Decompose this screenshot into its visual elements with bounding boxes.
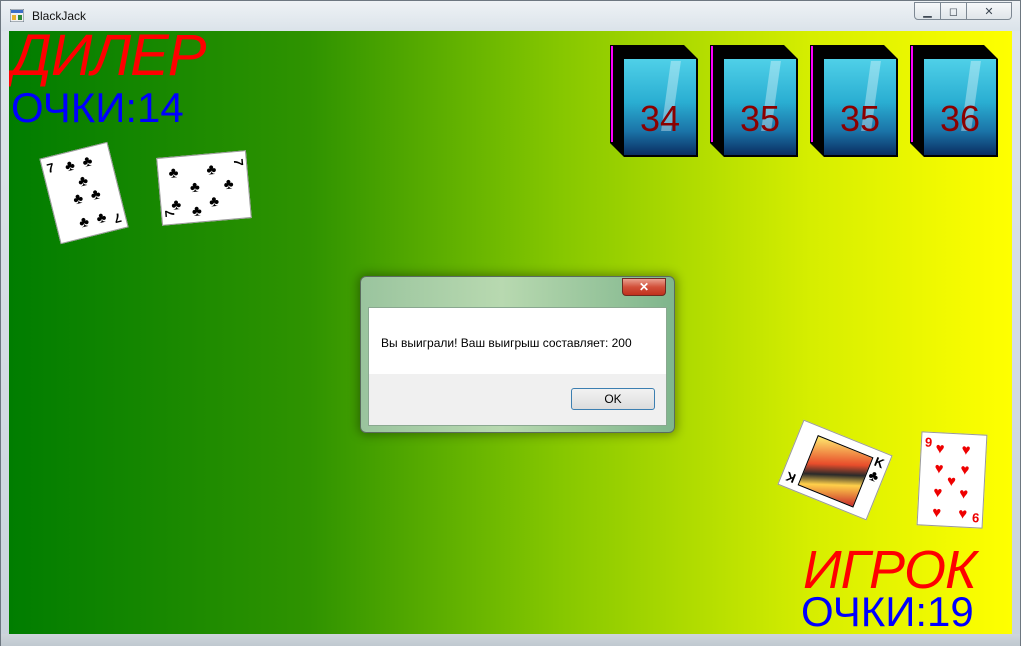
deck-stack[interactable]: 35 xyxy=(710,45,798,157)
minimize-button[interactable]: ▁ xyxy=(914,2,941,20)
close-icon: ✕ xyxy=(984,5,994,18)
player-card: K ♣ K xyxy=(777,419,893,521)
card-rank: 9 xyxy=(924,434,933,450)
window-bottom-border xyxy=(1,634,1020,646)
club-icon: ♣ xyxy=(88,185,103,205)
deck-stack[interactable]: 35 xyxy=(810,45,898,157)
heart-icon: ♥ xyxy=(960,461,970,479)
card-rank: 7 xyxy=(45,159,56,177)
player-card: 9 ♥ ♥ ♥ ♥ ♥ ♥ ♥ ♥ ♥ 9 xyxy=(916,431,988,529)
dialog-message: Вы выиграли! Ваш выигрыш составляет: 200 xyxy=(381,336,632,350)
maximize-button[interactable]: ◻ xyxy=(941,2,967,20)
club-icon: ♣ xyxy=(71,189,86,209)
dealer-label: ДИЛЕР xyxy=(11,31,206,88)
heart-icon: ♥ xyxy=(946,472,957,491)
dialog-close-button[interactable]: ✕ xyxy=(622,278,666,296)
player-score: ОЧКИ:19 xyxy=(801,588,974,634)
club-icon: ♣ xyxy=(167,164,180,182)
deck-stack[interactable]: 36 xyxy=(910,45,998,157)
club-icon: ♣ xyxy=(223,175,235,194)
message-box: ✕ Вы выиграли! Ваш выигрыш составляет: 2… xyxy=(360,276,675,433)
title-bar[interactable]: BlackJack ▁ ◻ ✕ xyxy=(1,1,1020,31)
club-icon: ♣ xyxy=(191,202,203,221)
heart-icon: ♥ xyxy=(935,440,945,458)
card-rank: 7 xyxy=(230,158,247,167)
close-button[interactable]: ✕ xyxy=(967,2,1012,20)
heart-icon: ♥ xyxy=(961,441,971,459)
club-icon: ♣ xyxy=(205,160,218,179)
heart-icon: ♥ xyxy=(934,460,944,478)
dealer-card: 7 ♣ ♣ ♣ ♣ ♣ ♣ ♣ 7 xyxy=(156,150,252,226)
heart-icon: ♥ xyxy=(958,485,969,503)
card-rank: 7 xyxy=(112,209,123,227)
club-icon: ♣ xyxy=(63,156,77,176)
heart-icon: ♥ xyxy=(931,504,942,522)
dialog-footer: OK xyxy=(369,374,666,425)
club-icon: ♣ xyxy=(76,171,90,191)
king-portrait xyxy=(797,435,874,508)
dealer-card: 7 ♣ ♣ ♣ ♣ ♣ ♣ ♣ 7 xyxy=(39,141,129,245)
club-icon: ♣ xyxy=(94,208,109,228)
club-icon: ♣ xyxy=(77,212,91,232)
deck-count: 35 xyxy=(839,98,881,139)
ok-button[interactable]: OK xyxy=(571,388,655,410)
card-rank: 7 xyxy=(161,209,178,218)
dialog-body: Вы выиграли! Ваш выигрыш составляет: 200… xyxy=(368,307,667,426)
close-icon: ✕ xyxy=(638,280,650,294)
app-icon xyxy=(10,9,24,22)
club-icon: ♣ xyxy=(189,178,201,197)
card-rank: K xyxy=(783,468,798,487)
club-icon: ♣ xyxy=(80,152,95,172)
deck-count: 35 xyxy=(739,98,781,139)
dealer-score: ОЧКИ:14 xyxy=(11,84,184,131)
deck-count: 36 xyxy=(939,98,981,139)
heart-icon: ♥ xyxy=(957,505,968,523)
maximize-icon: ◻ xyxy=(948,5,959,18)
card-rank: 9 xyxy=(971,510,980,526)
deck-stack[interactable]: 34 xyxy=(610,45,698,157)
minimize-icon: ▁ xyxy=(923,5,932,18)
heart-icon: ♥ xyxy=(932,484,943,502)
club-icon: ♣ xyxy=(208,192,220,211)
deck-count: 34 xyxy=(639,98,681,139)
window-title: BlackJack xyxy=(32,9,87,23)
window-controls: ▁ ◻ ✕ xyxy=(914,2,1012,21)
